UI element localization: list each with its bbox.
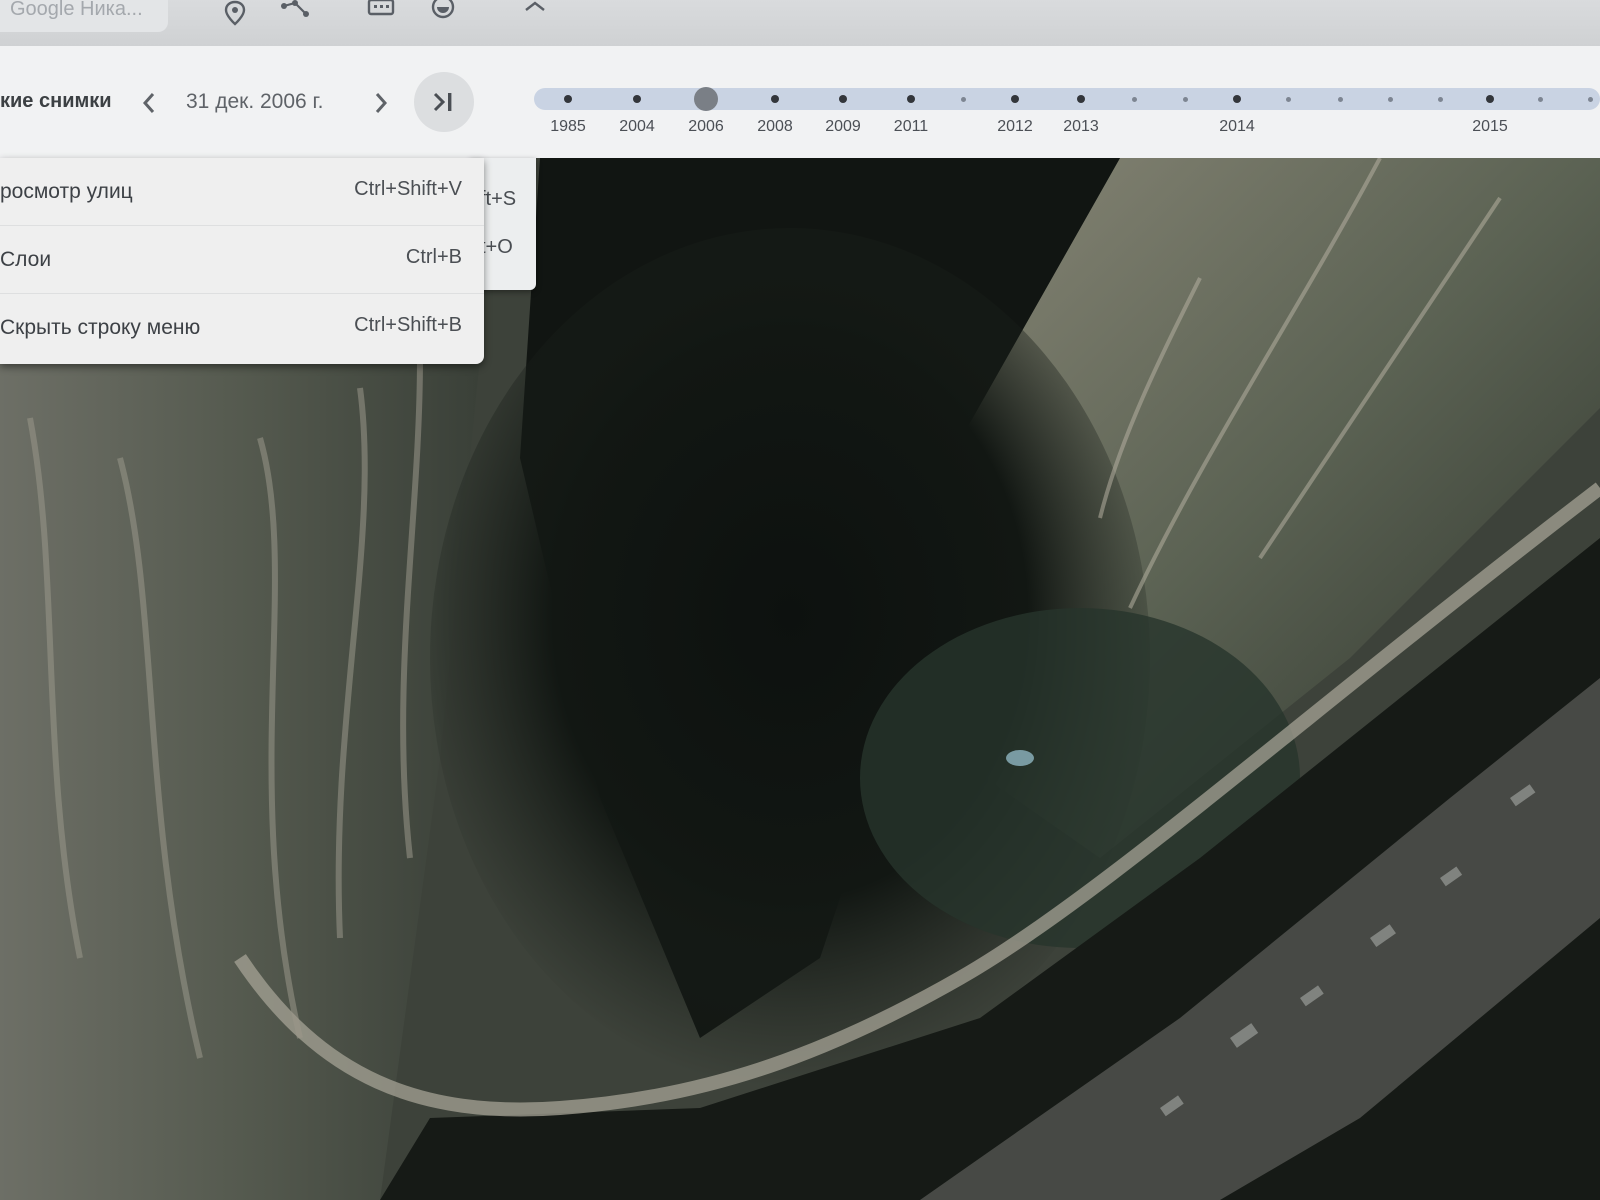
timeline-point-minor[interactable] <box>1437 97 1443 102</box>
placemark-icon[interactable] <box>220 0 250 26</box>
menu-shortcut-partial: t+O <box>480 236 513 258</box>
timeline-point-2008[interactable] <box>771 95 779 103</box>
timeline-point-minor[interactable] <box>1131 97 1137 102</box>
timeline-point-minor[interactable] <box>1587 97 1593 102</box>
app-toolbar: Google Ника... <box>0 0 1600 47</box>
menu-item-hide-menu-bar[interactable]: Скрыть строку меню Ctrl+Shift+B <box>0 294 484 362</box>
path-icon[interactable] <box>280 0 310 26</box>
historical-imagery-bar: кие снимки 31 дек. 2006 г. 1985 2004 200… <box>0 46 1600 159</box>
timeline-point-2014[interactable] <box>1233 95 1241 103</box>
timeline-point-minor[interactable] <box>960 97 966 102</box>
historical-imagery-title: кие снимки <box>0 90 112 112</box>
timeline-year-label: 2004 <box>619 118 655 135</box>
timeline-year-label: 2008 <box>757 118 793 135</box>
timeline-year-label: 2013 <box>1063 118 1099 135</box>
timeline-point-2011[interactable] <box>907 95 915 103</box>
sunlight-icon[interactable] <box>428 0 458 26</box>
imagery-timeline[interactable]: 1985 2004 2006 2008 2009 2011 2012 2013 … <box>534 87 1600 148</box>
timeline-year-label: 2006 <box>688 118 724 135</box>
timeline-point-2015[interactable] <box>1486 95 1494 103</box>
timeline-slider-handle[interactable] <box>694 87 718 111</box>
timeline-point-2004[interactable] <box>633 95 641 103</box>
timeline-point-2009[interactable] <box>839 95 847 103</box>
view-dropdown-menu: росмотр улиц Ctrl+Shift+V Слои Ctrl+B Ск… <box>0 158 484 364</box>
menu-item-layers[interactable]: Слои Ctrl+B <box>0 226 484 294</box>
timeline-point-2012[interactable] <box>1011 95 1019 103</box>
previous-date-button[interactable] <box>136 88 162 118</box>
timeline-point-1985[interactable] <box>564 95 572 103</box>
skip-to-end-icon <box>433 92 452 112</box>
timeline-year-label: 2011 <box>893 118 929 135</box>
timeline-point-minor[interactable] <box>1387 97 1393 102</box>
menu-shortcut-partial: ft+S <box>480 188 517 210</box>
menu-item-shortcut: Ctrl+Shift+V <box>354 178 462 200</box>
menu-item-label: Скрыть строку меню <box>0 316 201 339</box>
menu-item-label: Слои <box>0 248 52 271</box>
next-date-button[interactable] <box>368 88 394 118</box>
timeline-year-label: 1985 <box>550 118 586 135</box>
timeline-year-label: 2015 <box>1472 118 1508 135</box>
timeline-point-minor[interactable] <box>1285 97 1291 102</box>
menu-item-label: росмотр улиц <box>0 180 133 203</box>
timeline-point-minor[interactable] <box>1537 97 1543 102</box>
jump-to-latest-button[interactable] <box>414 72 474 132</box>
menu-item-street-view[interactable]: росмотр улиц Ctrl+Shift+V <box>0 158 484 226</box>
timeline-year-label: 2009 <box>825 118 861 135</box>
timeline-point-2013[interactable] <box>1077 95 1085 103</box>
app-tab[interactable]: Google Ника... <box>0 0 168 32</box>
timeline-point-minor[interactable] <box>1182 97 1188 102</box>
current-imagery-date: 31 дек. 2006 г. <box>186 90 324 113</box>
timeline-year-label: 2014 <box>1219 118 1255 135</box>
timeline-year-label: 2012 <box>997 118 1033 135</box>
historical-imagery-icon[interactable] <box>366 0 396 26</box>
timeline-point-minor[interactable] <box>1337 97 1343 102</box>
menu-item-shortcut: Ctrl+B <box>405 246 462 268</box>
close-icon[interactable] <box>520 0 550 26</box>
menu-item-shortcut: Ctrl+Shift+B <box>354 314 462 336</box>
